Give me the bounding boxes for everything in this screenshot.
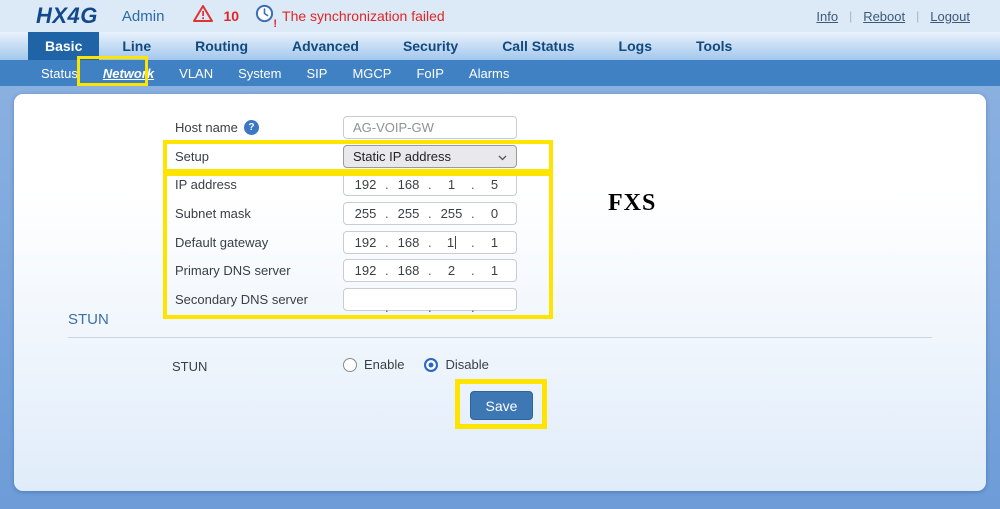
setup-select-value: Static IP address [353, 149, 452, 164]
stun-label: STUN [172, 359, 208, 374]
subtab-status[interactable]: Status [35, 66, 84, 81]
primary-dns-label: Primary DNS server [175, 263, 291, 278]
ip-address-label: IP address [175, 177, 237, 192]
subnet-mask-row: Subnet mask 255 255 255 0 [175, 202, 517, 225]
subtab-network[interactable]: Network [97, 66, 160, 81]
tab-call-status[interactable]: Call Status [502, 32, 574, 60]
tab-security[interactable]: Security [403, 32, 458, 60]
brand-logo: HX4G [36, 3, 98, 28]
host-name-label: Host name ? [175, 120, 343, 135]
radio-disable[interactable] [424, 357, 439, 372]
subtab-sip[interactable]: SIP [300, 66, 333, 81]
stun-radio-group: Enable Disable [343, 357, 489, 372]
logout-link[interactable]: Logout [930, 9, 970, 24]
tab-tools[interactable]: Tools [696, 32, 732, 60]
stun-enable-option[interactable]: Enable [343, 357, 404, 372]
chevron-down-icon [498, 149, 507, 164]
top-bar: HX4G Admin 10 ! The synchronization fail… [0, 0, 1000, 32]
main-nav: Basic Line Routing Advanced Security Cal… [0, 32, 1000, 60]
subtab-foip[interactable]: FoIP [410, 66, 449, 81]
logged-in-user: Admin [121, 7, 165, 25]
default-gateway-row: Default gateway 192 168 1 1 [175, 231, 517, 254]
info-link[interactable]: Info [816, 9, 838, 24]
save-button[interactable]: Save [470, 391, 533, 420]
secondary-dns-label: Secondary DNS server [175, 292, 308, 307]
ip-address-input[interactable]: 192 168 1 5 [343, 173, 517, 196]
tab-advanced[interactable]: Advanced [292, 32, 359, 60]
secondary-dns-input[interactable] [343, 288, 517, 315]
settings-panel: Host name ? Setup Static IP address IP a… [14, 94, 986, 491]
tab-logs[interactable]: Logs [619, 32, 652, 60]
sync-status-message: The synchronization failed [282, 8, 445, 24]
radio-enable[interactable] [343, 357, 357, 372]
subnet-mask-label: Subnet mask [175, 206, 251, 221]
ip-address-row: IP address 192 168 1 5 [175, 173, 517, 196]
tab-routing[interactable]: Routing [195, 32, 248, 60]
warning-triangle-icon[interactable] [192, 4, 214, 28]
subtab-vlan[interactable]: VLAN [173, 66, 219, 81]
page-background: Host name ? Setup Static IP address IP a… [0, 86, 1000, 509]
primary-dns-input[interactable]: 192 168 2 1 [343, 259, 517, 282]
secondary-dns-row: Secondary DNS server [175, 288, 517, 315]
subtab-system[interactable]: System [232, 66, 287, 81]
tab-basic[interactable]: Basic [28, 32, 100, 60]
help-icon[interactable]: ? [243, 120, 259, 135]
stun-section-title: STUN [68, 311, 109, 328]
host-name-input[interactable] [343, 116, 517, 139]
header-links: Info Reboot Logout [816, 9, 970, 24]
sync-failed-clock-icon [255, 4, 274, 28]
tab-line[interactable]: Line [122, 32, 151, 60]
sub-nav: Status Network VLAN System SIP MGCP FoIP… [0, 60, 1000, 86]
sync-bang-icon: ! [273, 18, 278, 30]
setup-label: Setup [175, 149, 209, 164]
setup-select[interactable]: Static IP address [343, 145, 517, 168]
primary-dns-row: Primary DNS server 192 168 2 1 [175, 259, 517, 282]
stun-disable-option[interactable]: Disable [424, 357, 489, 372]
subtab-alarms[interactable]: Alarms [463, 66, 515, 81]
reboot-link[interactable]: Reboot [863, 9, 905, 24]
default-gateway-input[interactable]: 192 168 1 1 [343, 231, 517, 254]
default-gateway-label: Default gateway [175, 235, 269, 250]
subnet-mask-input[interactable]: 255 255 255 0 [343, 202, 517, 225]
host-name-row: Host name ? [175, 116, 517, 139]
setup-row: Setup Static IP address [175, 145, 517, 168]
section-divider [68, 337, 932, 338]
subtab-mgcp[interactable]: MGCP [346, 66, 397, 81]
alert-count[interactable]: 10 [223, 8, 239, 24]
fxs-annotation: FXS [608, 190, 657, 216]
